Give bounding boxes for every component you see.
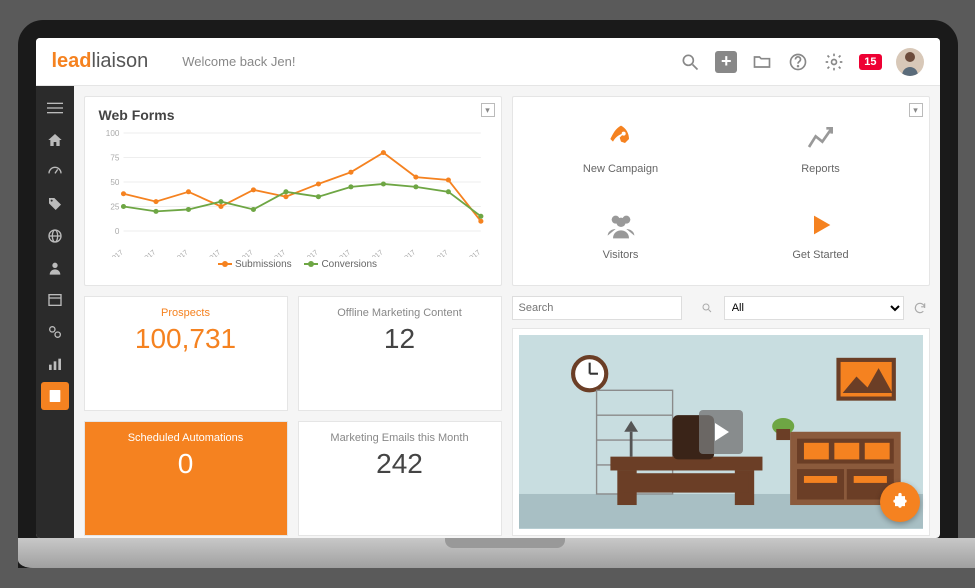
- play-icon: [803, 207, 839, 243]
- avatar[interactable]: [896, 48, 924, 76]
- expand-icon[interactable]: ▾: [481, 103, 495, 117]
- search-icon[interactable]: [679, 51, 701, 73]
- notification-badge[interactable]: 15: [859, 54, 881, 70]
- panel-title: Web Forms: [99, 107, 487, 123]
- quick-action-visitors[interactable]: Visitors: [527, 197, 715, 271]
- svg-text:Jun 2017: Jun 2017: [260, 249, 287, 257]
- svg-text:Jan 2017: Jan 2017: [99, 249, 125, 257]
- webforms-panel: ▾ Web Forms 0 25 50 75 100 Jan 2017 Feb 2017 Ma…: [84, 96, 502, 286]
- welcome-message: Welcome back Jen!: [182, 54, 295, 69]
- svg-text:25: 25: [110, 203, 120, 212]
- stat-label: Scheduled Automations: [91, 432, 281, 444]
- legend-swatch-submissions: [218, 263, 232, 265]
- svg-text:75: 75: [110, 154, 120, 163]
- sidebar-item-user[interactable]: [41, 254, 69, 282]
- sidebar-item-tags[interactable]: [41, 190, 69, 218]
- video-play-button[interactable]: [699, 410, 743, 454]
- filter-select[interactable]: All: [724, 296, 904, 320]
- gear-icon[interactable]: [823, 51, 845, 73]
- add-button[interactable]: +: [715, 51, 737, 73]
- sidebar-item-notes[interactable]: [41, 382, 69, 410]
- expand-icon[interactable]: ▾: [909, 103, 923, 117]
- visitors-icon: [603, 207, 639, 243]
- stats-grid: Prospects 100,731 Offline Marketing Cont…: [84, 296, 502, 536]
- sidebar-item-automations[interactable]: [41, 318, 69, 346]
- fab-button[interactable]: [880, 482, 920, 522]
- sidebar-item-globe[interactable]: [41, 222, 69, 250]
- puzzle-icon: [890, 492, 910, 512]
- sidebar-item-analytics[interactable]: [41, 350, 69, 378]
- stat-prospects[interactable]: Prospects 100,731: [84, 296, 288, 411]
- stat-value: 0: [91, 448, 281, 480]
- qa-label: Reports: [801, 163, 840, 175]
- stat-scheduled-automations[interactable]: Scheduled Automations 0: [84, 421, 288, 536]
- chart-legend: Submissions Conversions: [99, 259, 487, 270]
- logo-part1: lead: [52, 50, 92, 72]
- svg-text:Sep 2017: Sep 2017: [356, 249, 384, 257]
- qa-label: Get Started: [792, 249, 848, 261]
- reports-icon: [803, 121, 839, 157]
- legend-label-conversions: Conversions: [321, 259, 377, 270]
- stat-label: Prospects: [91, 307, 281, 319]
- logo: leadliaison: [52, 50, 149, 73]
- legend-label-submissions: Submissions: [235, 259, 292, 270]
- stat-value: 12: [305, 323, 495, 355]
- sidebar-item-menu[interactable]: [41, 94, 69, 122]
- stat-label: Marketing Emails this Month: [305, 432, 495, 444]
- rocket-icon: [603, 121, 639, 157]
- svg-text:50: 50: [110, 178, 120, 187]
- search-input[interactable]: [512, 296, 682, 320]
- sidebar-item-dashboard[interactable]: [41, 158, 69, 186]
- svg-text:May 2017: May 2017: [226, 249, 255, 257]
- dashboard-content: ▾ Web Forms 0 25 50 75 100 Jan 2017 Feb 2017 Ma…: [74, 86, 940, 538]
- stat-label: Offline Marketing Content: [305, 307, 495, 319]
- stat-value: 100,731: [91, 323, 281, 355]
- quick-action-new-campaign[interactable]: New Campaign: [527, 111, 715, 185]
- svg-text:Nov 2017: Nov 2017: [421, 249, 449, 257]
- svg-text:Jul 2017: Jul 2017: [294, 249, 319, 257]
- sidebar-item-window[interactable]: [41, 286, 69, 314]
- stat-value: 242: [305, 448, 495, 480]
- quick-action-reports[interactable]: Reports: [727, 111, 915, 185]
- video-thumbnail: [519, 335, 923, 529]
- svg-text:Aug 2017: Aug 2017: [324, 249, 352, 257]
- logo-part2: liaison: [92, 50, 149, 72]
- svg-text:Apr 2017: Apr 2017: [195, 249, 222, 257]
- svg-text:Oct 2017: Oct 2017: [390, 249, 417, 257]
- stat-offline-content[interactable]: Offline Marketing Content 12: [298, 296, 502, 411]
- svg-text:Mar 2017: Mar 2017: [162, 249, 190, 257]
- legend-swatch-conversions: [304, 263, 318, 265]
- help-icon[interactable]: [787, 51, 809, 73]
- search-row: All: [512, 296, 930, 320]
- svg-text:Feb 2017: Feb 2017: [129, 249, 157, 257]
- video-card: [512, 328, 930, 536]
- sidebar-item-home[interactable]: [41, 126, 69, 154]
- sidebar: [36, 86, 74, 538]
- folder-icon[interactable]: [751, 51, 773, 73]
- right-lower-panel: All: [512, 296, 930, 536]
- top-bar: leadliaison Welcome back Jen! + 15: [36, 38, 940, 86]
- qa-label: Visitors: [603, 249, 639, 261]
- svg-text:0: 0: [114, 227, 119, 236]
- quick-actions-panel: ▾ New Campaign Reports Visitors: [512, 96, 930, 286]
- stat-marketing-emails[interactable]: Marketing Emails this Month 242: [298, 421, 502, 536]
- webforms-chart: 0 25 50 75 100 Jan 2017 Feb 2017 Mar 2017 Apr 20…: [99, 127, 487, 257]
- svg-text:100: 100: [105, 129, 119, 138]
- svg-text:Dec 2017: Dec 2017: [454, 249, 482, 257]
- quick-action-get-started[interactable]: Get Started: [727, 197, 915, 271]
- refresh-icon[interactable]: [910, 298, 930, 318]
- search-icon: [701, 301, 713, 319]
- qa-label: New Campaign: [583, 163, 658, 175]
